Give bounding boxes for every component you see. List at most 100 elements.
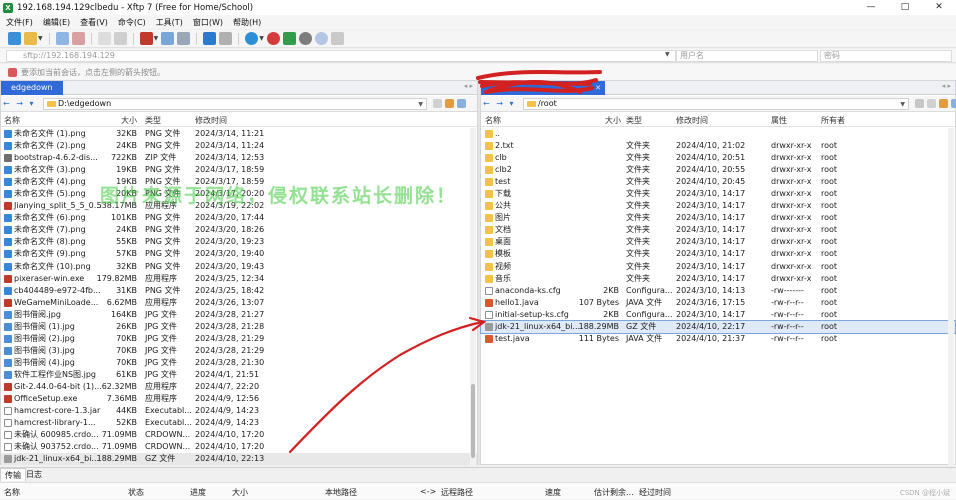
file-row[interactable]: 未命名文件 (10).png 32KB PNG 文件 2024/3/20, 19:43 [1,261,477,273]
file-row[interactable]: jdk-21_linux-x64_bi... 188.29MB GZ 文件 2024/… [480,319,956,334]
col-owner[interactable]: 所有者 [821,115,845,126]
file-row[interactable]: jdk-21_linux-x64_bi... 188.29MB GZ 文件 2024/… [1,453,477,466]
col-size[interactable]: 大小 [232,487,248,498]
file-row[interactable]: 图书借阅 (4).jpg 70KB JPG 文件 2024/3/28, 21:30 [1,357,477,369]
col-name[interactable]: 名称 [485,115,501,126]
file-row[interactable]: clb 文件夹 2024/4/10, 20:51 drwxr-xr-x root [481,152,955,164]
col-direction[interactable]: <-> [420,487,436,496]
col-size[interactable]: 大小 [121,115,137,126]
file-row[interactable]: 图书借阅 (3).jpg 70KB JPG 文件 2024/3/28, 21:29 [1,345,477,357]
record-icon[interactable] [266,32,280,45]
username-field[interactable]: 用户名 [676,50,818,62]
add-session-icon[interactable] [8,67,17,77]
host-address-input[interactable]: sftp://192.168.194.129 [6,50,676,62]
file-row[interactable]: test.java 111 Bytes JAVA 文件 2024/4/10, 21:3… [481,333,955,345]
new-file-icon[interactable] [97,32,111,45]
chevron-down-icon[interactable]: ▼ [154,35,159,42]
col-name[interactable]: 名称 [4,115,20,126]
col-speed[interactable]: 速度 [545,487,561,498]
file-row[interactable]: bootstrap-4.6.2-dis... 722KB ZIP 文件 2024/3/… [1,152,477,164]
file-row[interactable]: .. [481,128,955,140]
local-path-input[interactable]: D:\edgedown ▼ [43,98,427,110]
file-row[interactable]: 音乐 文件夹 2024/3/10, 14:17 drwxr-xr-x root [481,273,955,285]
file-row[interactable]: 未命名文件 (9).png 57KB PNG 文件 2024/3/20, 19:40 [1,248,477,260]
file-row[interactable]: 未命名文件 (8).png 55KB PNG 文件 2024/3/20, 19:23 [1,236,477,248]
chevron-down-icon[interactable]: ▼ [259,35,264,42]
file-row[interactable]: 未命名文件 (3).png 19KB PNG 文件 2024/3/17, 18:59 [1,164,477,176]
remote-scrollbar[interactable] [948,128,954,465]
file-row[interactable]: 未命名文件 (1).png 32KB PNG 文件 2024/3/14, 11:21 [1,128,477,140]
properties-icon[interactable] [113,32,127,45]
file-row[interactable]: 下载 文件夹 2024/3/10, 14:17 drwxr-xr-x root [481,188,955,200]
menu-tools[interactable]: 工具(T) [156,17,183,28]
file-row[interactable]: test 文件夹 2024/4/10, 20:45 drwxr-xr-x root [481,176,955,188]
help-icon[interactable] [314,32,328,45]
sync-icon[interactable] [161,32,175,45]
chat-icon[interactable] [282,32,296,45]
new-session-icon[interactable] [8,32,21,45]
col-type[interactable]: 类型 [145,115,161,126]
file-row[interactable]: 模板 文件夹 2024/3/10, 14:17 drwxr-xr-x root [481,248,955,260]
refresh-icon[interactable] [951,99,956,108]
tab-edgedown[interactable]: edgedown [1,81,63,95]
menu-help[interactable]: 帮助(H) [233,17,261,28]
file-row[interactable]: 图书借阅 (1).jpg 26KB JPG 文件 2024/3/28, 21:28 [1,321,477,333]
col-eta[interactable]: 估计剩余... [594,487,634,498]
close-icon[interactable]: ✕ [595,81,601,95]
file-row[interactable]: OfficeSetup.exe 7.36MB 应用程序 2024/4/9, 12:56 [1,393,477,405]
tab-scroll-arrows[interactable]: ◂ ▸ [464,82,473,90]
feedback-icon[interactable] [330,32,344,45]
chevron-down-icon[interactable]: ▼ [665,51,670,58]
col-name[interactable]: 名称 [4,487,20,498]
connect-icon[interactable] [55,32,69,45]
file-row[interactable]: initial-setup-ks.cfg 2KB Configura... 2024/… [481,309,955,321]
file-row[interactable]: Git-2.44.0-64-bit (1)... 62.32MB 应用程序 2024/… [1,381,477,393]
menu-file[interactable]: 文件(F) [6,17,33,28]
stop-icon[interactable] [219,32,233,45]
new-folder-icon[interactable] [939,99,948,108]
file-row[interactable]: 桌面 文件夹 2024/3/10, 14:17 drwxr-xr-x root [481,236,955,248]
col-type[interactable]: 类型 [626,115,642,126]
file-row[interactable]: anaconda-ks.cfg 2KB Configura... 2024/3/10,… [481,285,955,297]
file-row[interactable]: 未确认 600985.crdo... 71.09MB CRDOWN... 2024/4… [1,429,477,441]
gear-icon[interactable] [298,32,312,45]
open-folder-icon[interactable] [24,32,37,45]
tab-remote-session[interactable]: ✕ [481,81,605,95]
maximize-button[interactable]: □ [888,0,922,15]
close-button[interactable]: ✕ [922,0,956,15]
col-size[interactable]: 大小 [605,115,621,126]
password-field[interactable]: 密码 [820,50,952,62]
file-row[interactable]: 图书借阅 (2).jpg 70KB JPG 文件 2024/3/28, 21:29 [1,333,477,345]
chevron-down-icon[interactable]: ▼ [38,35,43,42]
file-row[interactable]: hamcrest-library-1... 52KB Executabl... 202… [1,417,477,429]
file-row[interactable]: 图书借阅.jpg 164KB JPG 文件 2024/3/28, 21:27 [1,309,477,321]
file-row[interactable]: clb2 文件夹 2024/4/10, 20:55 drwxr-xr-x root [481,164,955,176]
local-scrollbar[interactable] [470,128,476,465]
file-row[interactable]: 2.txt 文件夹 2024/4/10, 21:02 drwxr-xr-x root [481,140,955,152]
menu-view[interactable]: 查看(V) [80,17,108,28]
file-row[interactable]: pixeraser-win.exe 179.82MB 应用程序 2024/3/25, … [1,273,477,285]
globe-icon[interactable] [245,32,259,45]
back-forward-icon[interactable]: ← → ▾ [483,99,516,108]
col-modified[interactable]: 修改时间 [195,115,227,126]
col-progress[interactable]: 进度 [190,487,206,498]
col-elapsed[interactable]: 经过时间 [639,487,671,498]
file-row[interactable]: 未命名文件 (2).png 24KB PNG 文件 2024/3/14, 11:24 [1,140,477,152]
file-row[interactable]: hello1.java 107 Bytes JAVA 文件 2024/3/16, 17… [481,297,955,309]
menu-window[interactable]: 窗口(W) [193,17,223,28]
terminal-icon[interactable] [139,32,153,45]
file-row[interactable]: WeGameMiniLoade... 6.62MB 应用程序 2024/3/26, 1… [1,297,477,309]
tab-scroll-arrows[interactable]: ◂ ▸ [942,82,951,90]
menu-edit[interactable]: 编辑(E) [43,17,70,28]
file-row[interactable]: 未确认 903752.crdo... 71.09MB CRDOWN... 2024/4… [1,441,477,453]
file-row[interactable]: 文档 文件夹 2024/3/10, 14:17 drwxr-xr-x root [481,224,955,236]
col-local-path[interactable]: 本地路径 [325,487,357,498]
local-scroll-thumb[interactable] [471,384,475,458]
parent-folder-icon[interactable] [927,99,936,108]
back-forward-icon[interactable]: ← → ▾ [3,99,36,108]
col-status[interactable]: 状态 [128,487,144,498]
chevron-down-icon[interactable]: ▼ [418,100,423,110]
col-attributes[interactable]: 属性 [771,115,787,126]
col-remote-path[interactable]: 远程路径 [441,487,473,498]
file-row[interactable]: 图片 文件夹 2024/3/10, 14:17 drwxr-xr-x root [481,212,955,224]
